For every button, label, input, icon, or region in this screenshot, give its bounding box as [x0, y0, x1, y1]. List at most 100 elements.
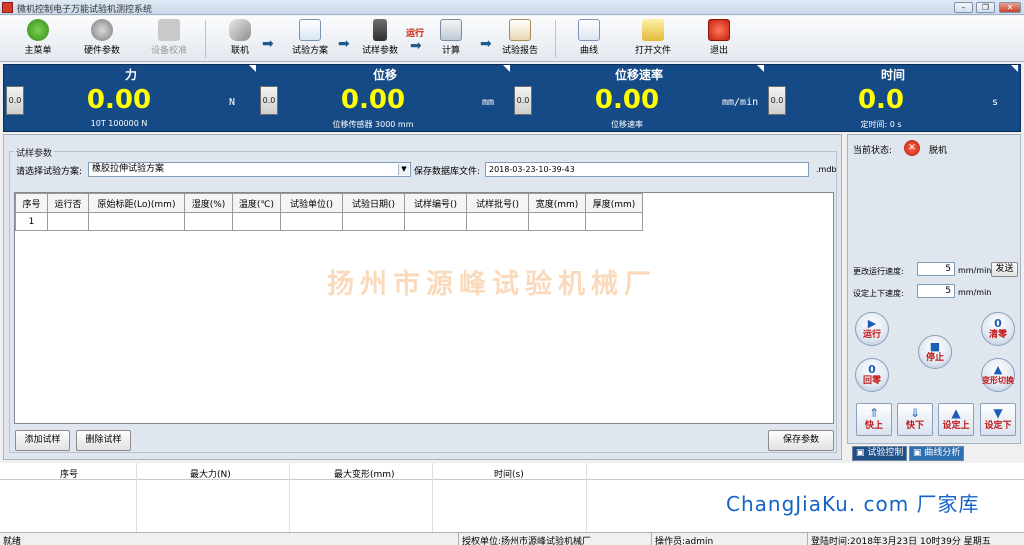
plan-label: 请选择试验方案: — [16, 167, 83, 177]
displacement-sensor: 位移传感器 3000 mm — [332, 120, 414, 129]
curve-button[interactable]: 曲线 — [572, 18, 606, 60]
run-speed-input[interactable]: 5 — [917, 262, 955, 276]
connect-button[interactable]: 联机 — [224, 18, 256, 60]
results-col-header[interactable]: 最大力(N) — [190, 467, 231, 480]
exit-label: 退出 — [709, 46, 728, 56]
toolbar-separator — [205, 20, 206, 58]
table-cell[interactable] — [342, 212, 405, 231]
status-login-time: 登陆时间:2018年3月23日 10时39分 星期五 — [811, 537, 991, 545]
displacement-zero-button[interactable]: 0.0 — [260, 86, 278, 115]
updown-speed-input[interactable]: 5 — [917, 284, 955, 298]
double-down-arrow-icon: ⇓ — [909, 406, 921, 420]
corner-marker-icon — [757, 65, 764, 72]
table-cell[interactable] — [466, 212, 529, 231]
col-header[interactable]: 试验单位() — [280, 193, 343, 213]
table-cell[interactable] — [88, 212, 185, 231]
clear-zero-button[interactable]: 0 清零 — [981, 312, 1015, 346]
time-panel: 时间 0.0 0.0 s 定时间: 0 s — [766, 65, 1020, 131]
time-value: 0.0 — [857, 85, 905, 115]
table-cell[interactable] — [184, 212, 233, 231]
table-cell[interactable] — [528, 212, 586, 231]
delete-sample-button[interactable]: 删除试样 — [76, 430, 131, 451]
col-header[interactable]: 宽度(mm) — [528, 193, 586, 213]
test-plan-button[interactable]: 试验方案 — [288, 18, 332, 60]
hardware-params-button[interactable]: 硬件参数 — [78, 18, 126, 60]
open-file-button[interactable]: 打开文件 — [630, 18, 676, 60]
calculator-icon — [440, 19, 462, 41]
col-header[interactable]: 运行否 — [47, 193, 89, 213]
status-divider — [807, 533, 808, 545]
col-header[interactable]: 原始标距(Lo)(mm) — [88, 193, 185, 213]
table-cell[interactable] — [47, 212, 89, 231]
minimize-button[interactable]: – — [954, 2, 973, 13]
force-unit: N — [229, 97, 236, 108]
table-cell[interactable] — [585, 212, 643, 231]
table-header-row: 序号 运行否 原始标距(Lo)(mm) 湿度(%) 温度(℃) 试验单位() 试… — [15, 193, 643, 213]
watermark-text: 扬州市源峰试验机械厂 — [327, 269, 657, 300]
table-row[interactable]: 1 — [15, 212, 643, 231]
report-icon — [509, 19, 531, 41]
col-header[interactable]: 湿度(%) — [184, 193, 233, 213]
fast-down-button[interactable]: ⇓ 快下 — [897, 403, 933, 436]
send-button[interactable]: 发送 — [991, 262, 1018, 277]
sample-table[interactable]: 序号 运行否 原始标距(Lo)(mm) 湿度(%) 温度(℃) 试验单位() 试… — [14, 192, 834, 424]
col-header[interactable]: 试样编号() — [404, 193, 467, 213]
column-divider — [136, 463, 137, 532]
displacement-unit: mm — [482, 97, 495, 108]
time-zero-button[interactable]: 0.0 — [768, 86, 786, 115]
paperclip-icon — [229, 19, 251, 41]
offline-icon: ✕ — [904, 140, 920, 156]
save-params-button[interactable]: 保存参数 — [768, 430, 834, 451]
status-operator: 操作员:admin — [655, 537, 714, 545]
results-col-header[interactable]: 最大变形(mm) — [334, 467, 395, 480]
time-title: 时间 — [880, 68, 905, 82]
sample-params-button[interactable]: 试样参数 — [358, 18, 402, 60]
main-menu-button[interactable]: 主菜单 — [18, 18, 58, 60]
col-header[interactable]: 试样批号() — [466, 193, 529, 213]
calibrate-button[interactable]: 设备校准 — [146, 18, 192, 60]
folder-icon — [642, 19, 664, 41]
calculate-button[interactable]: 计算 — [434, 18, 468, 60]
plan-select[interactable]: 橡胶拉伸试验方案 ▼ — [88, 162, 411, 177]
results-col-header[interactable]: 序号 — [60, 467, 78, 480]
tab-test-control-label: 试验控制 — [867, 448, 904, 458]
stop-label: 停止 — [925, 353, 944, 363]
maximize-button[interactable]: ❐ — [976, 2, 995, 13]
col-header[interactable]: 厚度(mm) — [585, 193, 643, 213]
close-button[interactable]: ✕ — [999, 2, 1021, 13]
fast-up-button[interactable]: ⇑ 快上 — [856, 403, 892, 436]
set-down-button[interactable]: ▼ 设定下 — [980, 403, 1016, 436]
corner-marker-icon — [503, 65, 510, 72]
table-cell[interactable] — [280, 212, 343, 231]
table-cell[interactable] — [404, 212, 467, 231]
connect-label: 联机 — [230, 46, 249, 56]
tab-curve-analysis-label: 曲线分析 — [924, 448, 961, 458]
switch-icon: ▲ — [993, 363, 1003, 376]
table-cell[interactable] — [232, 212, 281, 231]
tab-curve-analysis[interactable]: ▣ 曲线分析 — [909, 446, 965, 461]
force-zero-button[interactable]: 0.0 — [6, 86, 24, 115]
add-sample-button[interactable]: 添加试样 — [15, 430, 70, 451]
run-speed-unit: mm/min — [958, 266, 992, 275]
test-report-button[interactable]: 试验报告 — [498, 18, 542, 60]
force-panel: 力 0.0 0.00 N 10T 100000 N — [4, 65, 258, 131]
col-header[interactable]: 温度(℃) — [232, 193, 281, 213]
return-zero-button[interactable]: 0 回零 — [855, 358, 889, 392]
col-header[interactable]: 试验日期() — [342, 193, 405, 213]
exit-button[interactable]: 退出 — [702, 18, 736, 60]
speed-zero-button[interactable]: 0.0 — [514, 86, 532, 115]
col-header[interactable]: 序号 — [15, 193, 48, 213]
run-button[interactable]: ▶ 运行 — [855, 312, 889, 346]
flow-arrow-icon: ➡ — [480, 36, 492, 52]
db-file-input[interactable]: 2018-03-23-10-39-43 — [485, 162, 809, 177]
chevron-down-icon[interactable]: ▼ — [398, 164, 409, 175]
results-col-header[interactable]: 时间(s) — [494, 467, 524, 480]
hardware-params-label: 硬件参数 — [83, 46, 120, 56]
corner-marker-icon — [1011, 65, 1018, 72]
stop-button[interactable]: ■ 停止 — [918, 335, 952, 369]
tab-test-control[interactable]: ▣ 试验控制 — [852, 446, 908, 461]
table-cell[interactable]: 1 — [15, 212, 48, 231]
curve-label: 曲线 — [579, 46, 598, 56]
deform-switch-button[interactable]: ▲ 变形切换 — [981, 358, 1015, 392]
set-up-button[interactable]: ▲ 设定上 — [938, 403, 974, 436]
